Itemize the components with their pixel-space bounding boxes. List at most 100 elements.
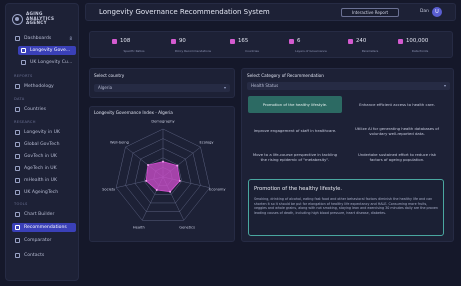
detail-body: Smoking, drinking of alcohol, eating fas… xyxy=(254,197,439,215)
radar-title: Longevity Governance Index - Algeria xyxy=(94,110,173,115)
sidebar-item-label: Longevity in UK xyxy=(24,130,60,135)
ratio-icon xyxy=(112,39,117,44)
app-logo[interactable]: AGING ANALYTICS AGENCY xyxy=(12,8,74,30)
sidebar-item-label: Dashboards xyxy=(24,36,52,41)
sidebar-item-label: UK Longevity Cu... xyxy=(30,60,73,65)
sidebar-item-chart-builder[interactable]: Chart Builder xyxy=(12,210,76,219)
country-label: Select country xyxy=(94,73,125,78)
stat-value: 240 xyxy=(356,38,367,44)
stat-label: Specific Ratios xyxy=(123,49,145,53)
page-icon xyxy=(21,60,26,65)
radar-axis-label: Health xyxy=(133,225,145,229)
stat-value: 6 xyxy=(297,38,301,44)
recommendation-option[interactable]: Move to a life-course perspective in tac… xyxy=(248,148,342,165)
chart-icon xyxy=(15,190,20,195)
contacts-icon xyxy=(15,253,20,258)
sidebar-item-label: Chart Builder xyxy=(24,212,55,217)
dashboard-icon xyxy=(15,36,20,41)
policy-icon xyxy=(171,39,176,44)
sidebar-item-label: Contacts xyxy=(24,253,45,258)
logo-icon xyxy=(12,13,23,25)
interactive-report-button[interactable]: Interactive Report xyxy=(341,8,399,17)
radar-point xyxy=(145,179,148,182)
stat-value: 100,000 xyxy=(406,38,429,44)
sidebar-item-govtech-uk[interactable]: GovTech in UK xyxy=(12,152,76,161)
page-icon xyxy=(21,48,26,53)
recommendation-label: Select Category of Recommendation xyxy=(247,73,324,78)
stat-data-points: 100,000 Data Points xyxy=(394,38,444,54)
category-select[interactable]: Health Status ▾ xyxy=(247,82,450,90)
radar-series-area xyxy=(145,161,181,193)
chevron-down-icon: ▾ xyxy=(223,85,226,90)
sidebar-item-label: UK AgeingTech xyxy=(24,190,59,195)
radar-axis-label: Society xyxy=(102,188,116,192)
data-points-icon xyxy=(398,39,403,44)
recommendation-option[interactable]: Undertake sustained effort to reduce ris… xyxy=(350,148,444,165)
chart-icon xyxy=(15,154,20,159)
sidebar: AGING ANALYTICS AGENCY Dashboards 8 Long… xyxy=(5,3,79,281)
radar-point xyxy=(176,164,179,167)
radar-axis-label: Demography xyxy=(151,120,175,124)
recommendation-option[interactable]: Enhance efficient access to health care. xyxy=(350,96,444,113)
recommendation-option[interactable]: Improve engagement of staff in healthcar… xyxy=(248,122,342,139)
section-label-tools: TOOLS xyxy=(14,202,28,206)
stat-label: Policy Recommendations xyxy=(174,49,212,53)
sidebar-item-label: GovTech in UK xyxy=(24,154,57,159)
sidebar-item-uk-ageingtech[interactable]: UK AgeingTech xyxy=(12,188,76,197)
sidebar-item-global-govtech[interactable]: Global GovTech xyxy=(12,140,76,149)
chevron-down-icon: ▾ xyxy=(443,83,446,88)
section-label-reports: REPORTS xyxy=(14,74,33,78)
radar-panel: Longevity Governance Index - Algeria Dem… xyxy=(89,106,235,242)
logo-line: AGENCY xyxy=(26,20,47,26)
radar-axis-label: Ecology xyxy=(200,140,215,144)
recommendation-option[interactable]: Utilize AI for generating health databas… xyxy=(350,122,444,139)
stat-value: 90 xyxy=(179,38,186,44)
sidebar-item-label: Global GovTech xyxy=(24,142,60,147)
page-title: Longevity Governance Recommendation Syst… xyxy=(99,8,270,16)
stat-policy-recommendations: 90 Policy Recommendations xyxy=(167,38,217,54)
recommendation-option[interactable]: Promotion of the healthy lifestyle. xyxy=(248,96,342,113)
radar-axis-label: Genetics xyxy=(179,225,195,229)
chart-icon xyxy=(15,178,20,183)
sidebar-item-countries[interactable]: Countries xyxy=(12,105,76,114)
sidebar-item-dashboards[interactable]: Dashboards 8 xyxy=(12,34,76,43)
stat-value: 108 xyxy=(120,38,131,44)
sidebar-item-label: Countries xyxy=(24,107,47,112)
sidebar-item-label: Longevity Gove... xyxy=(30,48,71,53)
sidebar-item-longevity-uk[interactable]: Longevity in UK xyxy=(12,128,76,137)
sidebar-item-comparator[interactable]: Comparator xyxy=(12,236,76,245)
radar-point xyxy=(146,164,149,167)
globe-icon xyxy=(15,107,20,112)
sidebar-item-label: Recommendations xyxy=(24,225,67,230)
stat-specific-ratios: 108 Specific Ratios xyxy=(108,38,158,54)
category-value: Health Status xyxy=(251,83,279,88)
stat-label: Countries xyxy=(245,49,259,53)
section-label-research: RESEARCH xyxy=(14,120,36,124)
sidebar-item-methodology[interactable]: Methodology xyxy=(12,82,76,91)
layers-icon xyxy=(289,39,294,44)
radar-point xyxy=(162,160,164,163)
user-name[interactable]: Dan xyxy=(420,9,429,14)
avatar[interactable]: U xyxy=(432,7,442,17)
sidebar-item-mhealth-uk[interactable]: mHealth in UK xyxy=(12,176,76,185)
stat-label: Layers of Governance xyxy=(295,49,327,53)
sidebar-item-longevity-governance[interactable]: Longevity Gove... xyxy=(18,46,76,55)
sidebar-item-agetech-uk[interactable]: AgeTech in UK xyxy=(12,164,76,173)
radar-point xyxy=(178,179,181,182)
stat-value: 165 xyxy=(238,38,249,44)
sidebar-item-uk-longevity[interactable]: UK Longevity Cu... xyxy=(18,58,76,67)
sidebar-item-label: AgeTech in UK xyxy=(24,166,57,171)
parameters-icon xyxy=(348,39,353,44)
stat-label: Parameters xyxy=(361,49,379,53)
radar-axis-label: Economy xyxy=(209,188,226,192)
book-icon xyxy=(15,84,20,89)
globe-icon xyxy=(230,39,235,44)
country-select[interactable]: Algeria ▾ xyxy=(94,84,230,92)
country-panel: Select country Algeria ▾ xyxy=(89,68,235,98)
sidebar-item-contacts[interactable]: Contacts xyxy=(12,251,76,260)
sidebar-item-recommendations[interactable]: Recommendations xyxy=(12,223,76,232)
chart-icon xyxy=(15,130,20,135)
detail-title: Promotion of the healthy lifestyle. xyxy=(254,186,342,192)
recommendation-panel: Select Category of Recommendation Health… xyxy=(241,68,454,242)
chart-icon xyxy=(15,142,20,147)
